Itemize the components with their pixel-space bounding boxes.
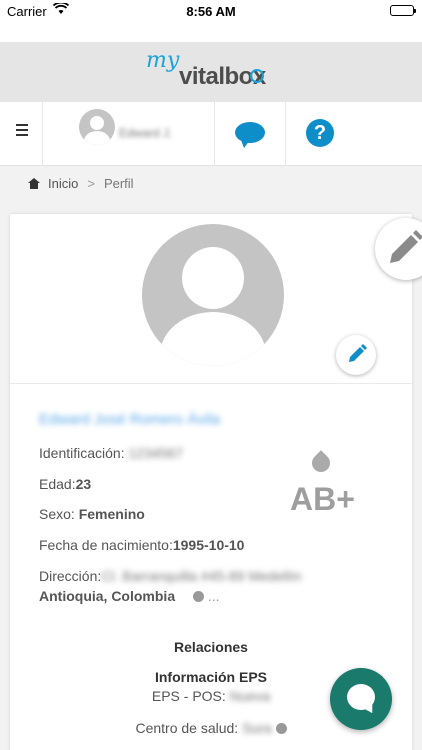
birth-value: 1995-10-10	[172, 537, 245, 553]
address-region-row: Antioquia, Colombia ...	[39, 588, 220, 604]
pencil-icon	[349, 344, 367, 362]
user-name: Edward J.	[119, 126, 173, 140]
user-menu[interactable]: Edward J.	[43, 102, 215, 166]
clock: 8:56 AM	[186, 4, 236, 19]
blood-type: AB+	[290, 481, 355, 517]
profile-photo	[142, 224, 284, 366]
battery-icon	[390, 5, 416, 16]
status-bar: Carrier 8:56 AM	[0, 0, 422, 22]
logo-heart-icon	[250, 69, 264, 83]
sex-label: Sexo:	[39, 506, 75, 522]
birth-label: Fecha de nacimiento:	[39, 537, 173, 553]
chat-bubble-icon	[347, 684, 375, 710]
help-icon: ?	[306, 119, 334, 147]
age-row: Edad:23	[39, 476, 91, 492]
sex-value: Femenino	[78, 506, 145, 522]
id-value: 1234567	[128, 445, 184, 461]
eps-value: Nueva	[229, 688, 271, 704]
profile-full-name: Edward José Romero Ávila	[39, 411, 220, 428]
chat-icon	[235, 122, 265, 148]
health-center-value: Sura	[242, 720, 272, 736]
edit-profile-button[interactable]	[375, 218, 422, 280]
address-value: Cl. Barranquilla #45-89 Medellín	[101, 568, 302, 584]
header-logo-bar: my vitalbox	[0, 42, 422, 102]
health-center-label: Centro de salud:	[135, 720, 239, 736]
health-center-globe-icon[interactable]	[275, 723, 287, 734]
chat-fab-button[interactable]	[330, 668, 392, 730]
id-row: Identificación: 1234567	[39, 445, 183, 461]
menu-button[interactable]	[0, 102, 43, 166]
card-divider	[10, 383, 412, 384]
nav-bar: Edward J. ?	[0, 102, 422, 166]
messages-button[interactable]	[215, 102, 286, 166]
breadcrumb-current: Perfil	[103, 176, 134, 191]
breadcrumb-separator: >	[87, 176, 95, 191]
help-button[interactable]: ?	[286, 102, 422, 166]
relations-title: Relaciones	[174, 639, 248, 655]
eps-label: EPS - POS:	[151, 688, 226, 704]
logo-my: my	[146, 48, 180, 73]
home-icon	[28, 178, 40, 189]
globe-icon[interactable]	[193, 591, 204, 602]
blood-drop-icon	[308, 450, 334, 476]
breadcrumb: Inicio > Perfil	[28, 176, 134, 191]
birth-row: Fecha de nacimiento:1995-10-10	[39, 537, 244, 553]
top-spacer	[0, 22, 422, 42]
breadcrumb-home-link[interactable]: Inicio	[48, 176, 78, 191]
address-more[interactable]: ...	[208, 588, 220, 604]
address-region: Antioquia, Colombia	[39, 588, 176, 604]
edit-photo-button[interactable]	[336, 335, 376, 375]
age-label: Edad:	[39, 476, 76, 492]
id-label: Identificación:	[39, 445, 125, 461]
avatar	[79, 109, 115, 145]
pencil-icon	[390, 230, 422, 263]
age-value: 23	[75, 476, 92, 492]
address-row: Dirección:Cl. Barranquilla #45-89 Medell…	[39, 568, 301, 584]
hamburger-icon	[16, 124, 28, 139]
blood-type-badge: AB+	[290, 450, 370, 521]
address-label: Dirección:	[39, 568, 102, 584]
brand-logo: my vitalbox	[146, 48, 286, 98]
sex-row: Sexo: Femenino	[39, 506, 145, 522]
